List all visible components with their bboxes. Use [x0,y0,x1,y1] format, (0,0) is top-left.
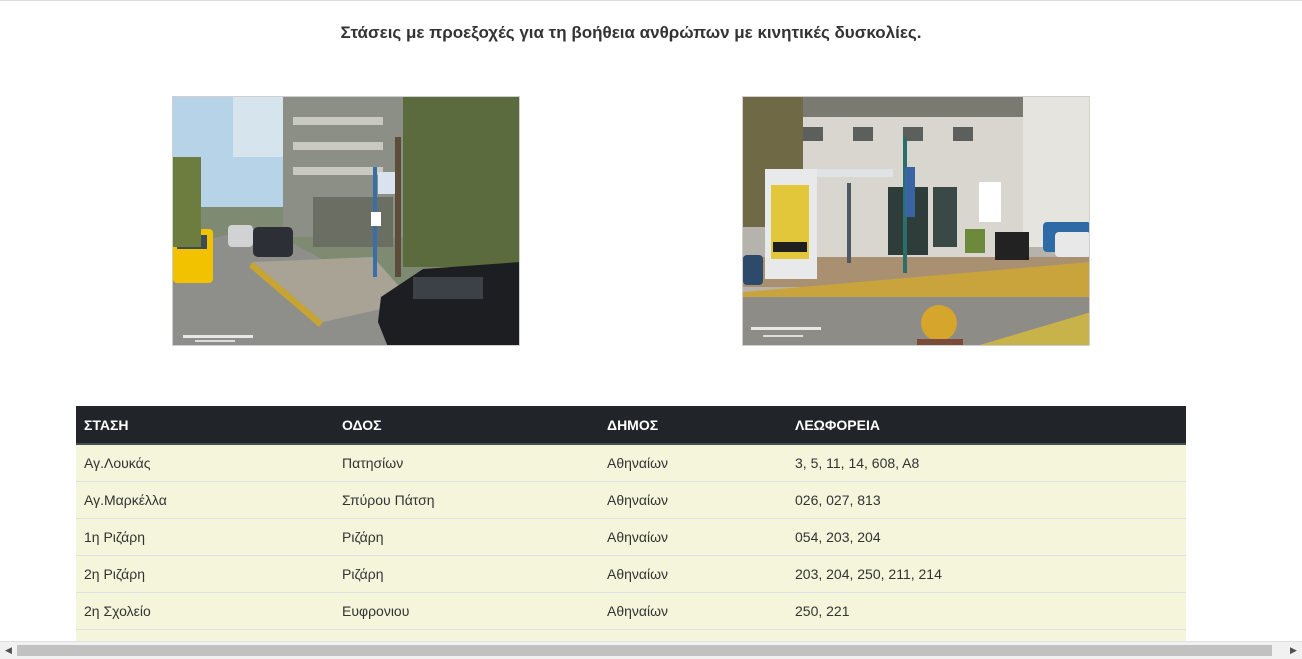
cell-municipality: Αθηναίων [599,481,787,519]
page-title: Στάσεις με προεξοχές για τη βοήθεια ανθρ… [340,23,922,42]
cell-stop: Αγ.Μαρκέλλα [76,481,334,519]
cell-stop: 2η Σχολείο [76,592,334,630]
cell-municipality: Αθηναίων [599,518,787,556]
cell-stop: 2η Ριζάρη [76,555,334,593]
cell-municipality: Αθηναίων [599,443,787,482]
bus-stop-photo-right [742,96,1090,346]
horizontal-scrollbar[interactable]: ◀ ▶ [0,641,1302,659]
bus-stops-table: ΣΤΑΣΗ ΟΔΟΣ ΔΗΜΟΣ ΛΕΩΦΟΡΕΙΑ Αγ.Λουκάς Πατ… [76,406,1186,659]
cell-stop: 1η Ριζάρη [76,518,334,556]
header-street: ΟΔΟΣ [334,406,599,445]
cell-street: Πατησίων [334,443,599,482]
scroll-right-arrow-icon[interactable]: ▶ [1285,642,1302,659]
table-row: 2η Ριζάρη Ριζάρη Αθηναίων 203, 204, 250,… [76,555,1186,593]
cell-municipality: Αθηναίων [599,592,787,630]
cell-bus-lines: 250, 221 [787,592,1186,630]
cell-stop: Αγ.Λουκάς [76,443,334,482]
scrollbar-thumb[interactable] [17,645,1272,656]
header-bus-lines: ΛΕΩΦΟΡΕΙΑ [787,406,1186,445]
header-municipality: ΔΗΜΟΣ [599,406,787,445]
cell-street: Ευφρονιου [334,592,599,630]
table-header-row: ΣΤΑΣΗ ΟΔΟΣ ΔΗΜΟΣ ΛΕΩΦΟΡΕΙΑ [76,406,1186,445]
page: Στάσεις με προεξοχές για τη βοήθεια ανθρ… [0,0,1302,659]
cell-bus-lines: 203, 204, 250, 211, 214 [787,555,1186,593]
scroll-left-arrow-icon[interactable]: ◀ [0,642,17,659]
cell-street: Σπύρου Πάτση [334,481,599,519]
cell-bus-lines: 3, 5, 11, 14, 608, Α8 [787,443,1186,482]
bus-stop-photo-left [172,96,520,346]
bus-stops-table-container: ΣΤΑΣΗ ΟΔΟΣ ΔΗΜΟΣ ΛΕΩΦΟΡΕΙΑ Αγ.Λουκάς Πατ… [76,406,1186,659]
cell-municipality: Αθηναίων [599,555,787,593]
header-stop: ΣΤΑΣΗ [76,406,334,445]
table-row: 2η Σχολείο Ευφρονιου Αθηναίων 250, 221 [76,592,1186,630]
cell-street: Ριζάρη [334,555,599,593]
cell-bus-lines: 026, 027, 813 [787,481,1186,519]
table-row: 1η Ριζάρη Ριζάρη Αθηναίων 054, 203, 204 [76,518,1186,556]
table-row: Αγ.Λουκάς Πατησίων Αθηναίων 3, 5, 11, 14… [76,443,1186,482]
cell-bus-lines: 054, 203, 204 [787,518,1186,556]
cell-street: Ριζάρη [334,518,599,556]
table-row: Αγ.Μαρκέλλα Σπύρου Πάτση Αθηναίων 026, 0… [76,481,1186,519]
